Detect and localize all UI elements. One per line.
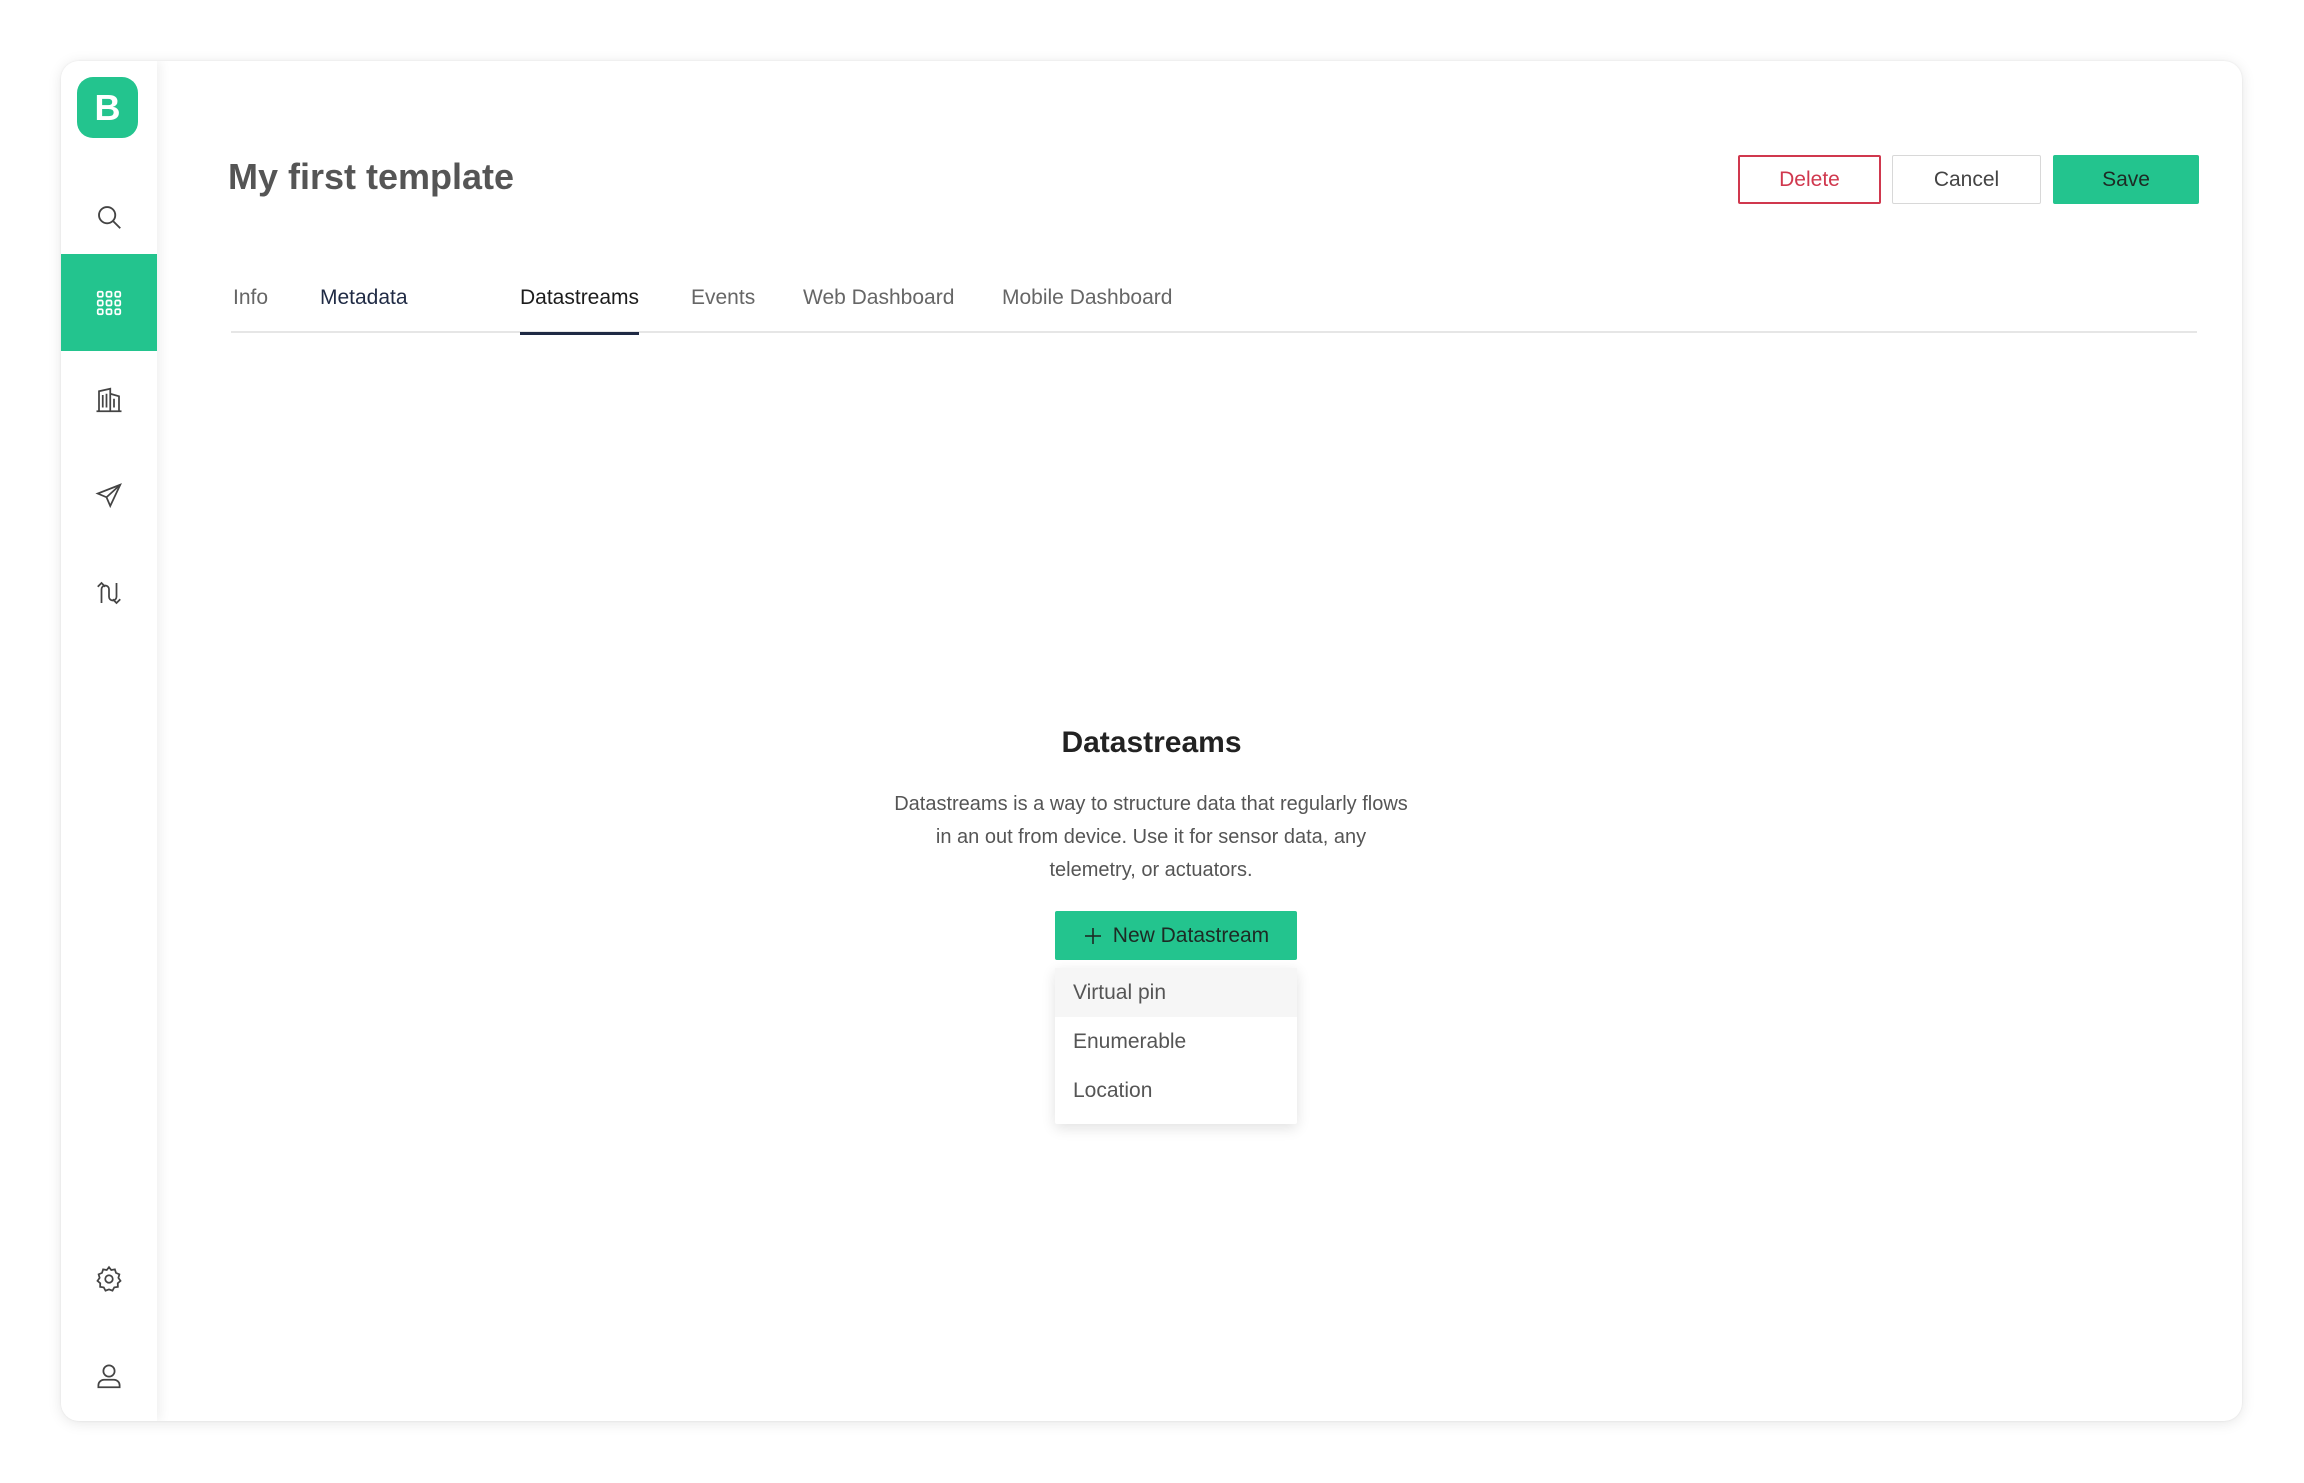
datastream-type-menu: Virtual pin Enumerable Location bbox=[1055, 968, 1297, 1124]
menu-item-location[interactable]: Location bbox=[1055, 1066, 1297, 1115]
description-line: in an out from device. Use it for sensor… bbox=[935, 826, 1367, 848]
empty-state-description: Datastreams is a way to structure data t… bbox=[886, 788, 1416, 887]
gear-icon bbox=[96, 1265, 122, 1292]
logo-letter: B bbox=[94, 86, 121, 128]
user-icon bbox=[97, 1364, 121, 1388]
nav-settings[interactable] bbox=[61, 1230, 157, 1327]
search-icon bbox=[98, 205, 121, 229]
nav-templates[interactable] bbox=[61, 254, 157, 351]
delete-button[interactable]: Delete bbox=[1738, 155, 1881, 204]
empty-state-title: Datastreams bbox=[1061, 726, 1242, 759]
tab-mobile-dashboard[interactable]: Mobile Dashboard bbox=[1002, 286, 1172, 333]
nav-search[interactable] bbox=[61, 168, 157, 265]
tab-web-dashboard[interactable]: Web Dashboard bbox=[803, 286, 954, 333]
app-window: B My first template Delete Cancel Save I… bbox=[61, 61, 2242, 1421]
menu-item-virtual-pin[interactable]: Virtual pin bbox=[1055, 968, 1297, 1017]
tab-info[interactable]: Info bbox=[233, 286, 268, 333]
tab-datastreams[interactable]: Datastreams bbox=[520, 286, 640, 335]
description-line: Datastreams is a way to structure data t… bbox=[894, 793, 1408, 815]
nav-profile[interactable] bbox=[61, 1327, 157, 1421]
cancel-button[interactable]: Cancel bbox=[1892, 155, 2041, 204]
nav-organizations[interactable] bbox=[61, 351, 157, 448]
page-title: My first template bbox=[228, 156, 515, 197]
grid-icon bbox=[96, 290, 122, 315]
tab-events[interactable]: Events bbox=[691, 286, 755, 333]
logo[interactable]: B bbox=[77, 77, 138, 138]
new-datastream-button[interactable]: New Datastream bbox=[1055, 911, 1297, 960]
nav-automation[interactable] bbox=[61, 544, 157, 641]
plus-icon bbox=[1084, 927, 1101, 944]
description-line: telemetry, or actuators. bbox=[1049, 859, 1253, 881]
building-icon bbox=[96, 387, 122, 412]
save-button[interactable]: Save bbox=[2053, 155, 2199, 204]
tab-bar: Info Metadata Datastreams Events Web Das… bbox=[231, 286, 2197, 335]
tab-metadata[interactable]: Metadata bbox=[320, 286, 408, 333]
sidebar: B bbox=[61, 61, 157, 1421]
flow-icon bbox=[97, 581, 121, 604]
send-icon bbox=[95, 482, 122, 508]
new-datastream-label: New Datastream bbox=[1112, 923, 1270, 947]
menu-item-enumerable[interactable]: Enumerable bbox=[1055, 1017, 1297, 1066]
nav-send[interactable] bbox=[61, 447, 157, 544]
